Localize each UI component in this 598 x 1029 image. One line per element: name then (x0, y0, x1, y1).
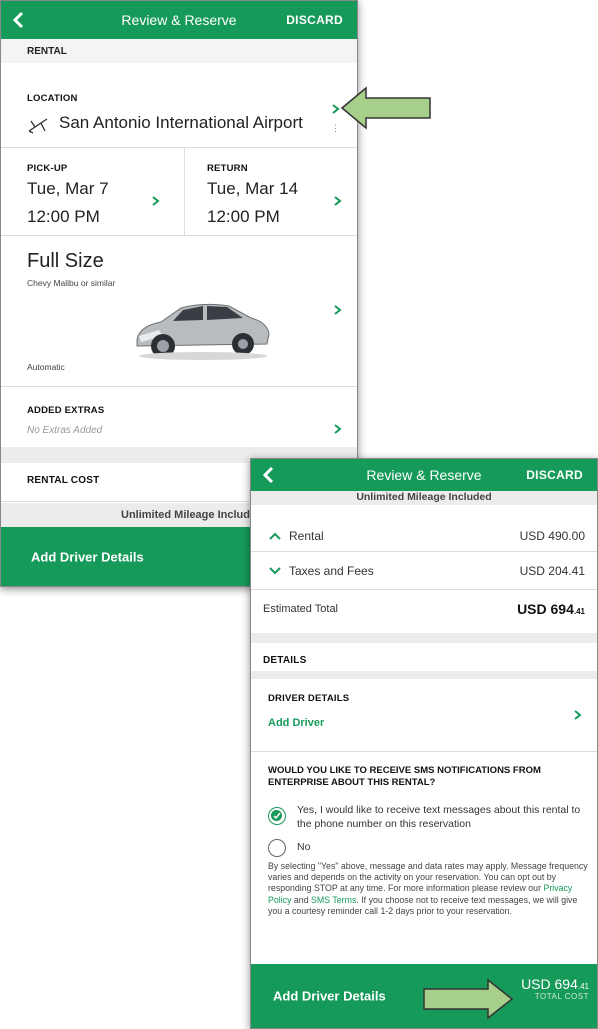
sms-terms-link[interactable]: SMS Terms (311, 895, 356, 905)
driver-details-label: DRIVER DETAILS (268, 693, 350, 704)
vehicle-model: Chevy Malibu or similar (27, 278, 116, 288)
vehicle-row[interactable]: Full Size Chevy Malibu or similar Automa… (1, 236, 357, 386)
extras-label: ADDED EXTRAS (27, 405, 105, 416)
sms-question: WOULD YOU LIKE TO RECEIVE SMS NOTIFICATI… (268, 765, 541, 788)
sms-disclaimer-text: By selecting "Yes" above, message and da… (268, 861, 588, 894)
location-row[interactable]: LOCATION San Antonio International Airpo… (1, 63, 357, 147)
and-text: and (291, 894, 312, 905)
sms-no-radio[interactable] (268, 839, 286, 857)
pickup-date: Tue, Mar 7 (27, 179, 109, 198)
chevron-right-icon (334, 305, 342, 315)
total-cost: USD 694.41 TOTAL COST (521, 976, 589, 1001)
chevron-up-icon (269, 532, 281, 540)
discard-button[interactable]: DISCARD (286, 13, 343, 27)
discard-button[interactable]: DISCARD (526, 468, 583, 482)
estimated-main: USD 694 (517, 601, 574, 617)
check-icon (273, 812, 281, 820)
top-bar: Review & Reserve DISCARD (251, 459, 597, 491)
estimated-total-row: Estimated Total USD 694.41 (251, 590, 597, 628)
rental-label: Rental (289, 529, 324, 543)
chevron-right-icon (334, 424, 342, 434)
sms-yes-radio[interactable] (268, 807, 286, 825)
total-main: USD 694 (521, 976, 578, 992)
screen-review-bottom: Review & Reserve DISCARD Unlimited Milea… (250, 458, 598, 1029)
add-driver-details-button[interactable]: Add Driver Details (273, 989, 386, 1004)
airplane-icon (28, 118, 48, 134)
info-mark: ⋮ (331, 123, 340, 133)
estimated-cents: .41 (573, 607, 585, 616)
car-image (136, 303, 270, 360)
section-spacer (251, 633, 597, 643)
add-driver-link[interactable]: Add Driver (268, 717, 324, 729)
taxes-label: Taxes and Fees (289, 564, 374, 578)
location-value: San Antonio International Airport (59, 113, 303, 132)
chevron-down-icon (269, 567, 281, 575)
extras-row[interactable]: ADDED EXTRAS No Extras Added (1, 387, 357, 447)
pickup-time: 12:00 PM (27, 207, 100, 226)
vehicle-transmission: Automatic (27, 362, 65, 372)
total-cents: .41 (577, 982, 589, 991)
rental-row[interactable]: Rental USD 490.00 (251, 517, 597, 555)
estimated-total-value: USD 694.41 (517, 601, 585, 617)
estimated-total-label: Estimated Total (263, 603, 339, 615)
pickup-label: PICK-UP (27, 163, 68, 174)
chevron-right-icon (152, 196, 160, 206)
return-date: Tue, Mar 14 (207, 179, 299, 198)
pointer-arrow-location (340, 86, 431, 130)
add-driver-details-button[interactable]: Add Driver Details (31, 549, 144, 564)
rental-amount: USD 490.00 (519, 529, 585, 543)
section-spacer (251, 671, 597, 679)
rental-cost-label: RENTAL COST (27, 475, 100, 486)
driver-details-row[interactable]: DRIVER DETAILS Add Driver (251, 679, 597, 751)
chevron-right-icon (574, 710, 582, 720)
return-label: RETURN (207, 163, 248, 174)
sms-yes-label: Yes, I would like to receive text messag… (297, 804, 581, 830)
extras-value: No Extras Added (27, 425, 103, 436)
taxes-row[interactable]: Taxes and Fees USD 204.41 (251, 552, 597, 590)
pointer-arrow-total (423, 978, 514, 1020)
section-header-rental: RENTAL (1, 39, 357, 63)
return-time: 12:00 PM (207, 207, 280, 226)
return-cell[interactable]: RETURN Tue, Mar 14 12:00 PM (185, 147, 357, 235)
taxes-amount: USD 204.41 (519, 564, 585, 578)
sms-no-label: No (297, 841, 311, 853)
pickup-cell[interactable]: PICK-UP Tue, Mar 7 12:00 PM (1, 147, 184, 235)
sms-disclaimer: By selecting "Yes" above, message and da… (268, 861, 593, 917)
total-cost-label: TOTAL COST (534, 992, 589, 1001)
mileage-banner: Unlimited Mileage Included (251, 491, 597, 505)
details-section-label: DETAILS (263, 655, 307, 666)
vehicle-class: Full Size (27, 250, 104, 272)
divider (251, 751, 597, 752)
location-label: LOCATION (27, 93, 78, 104)
mileage-text: Unlimited Mileage Include (121, 509, 257, 521)
chevron-right-icon (334, 196, 342, 206)
top-bar: Review & Reserve DISCARD (1, 1, 357, 39)
